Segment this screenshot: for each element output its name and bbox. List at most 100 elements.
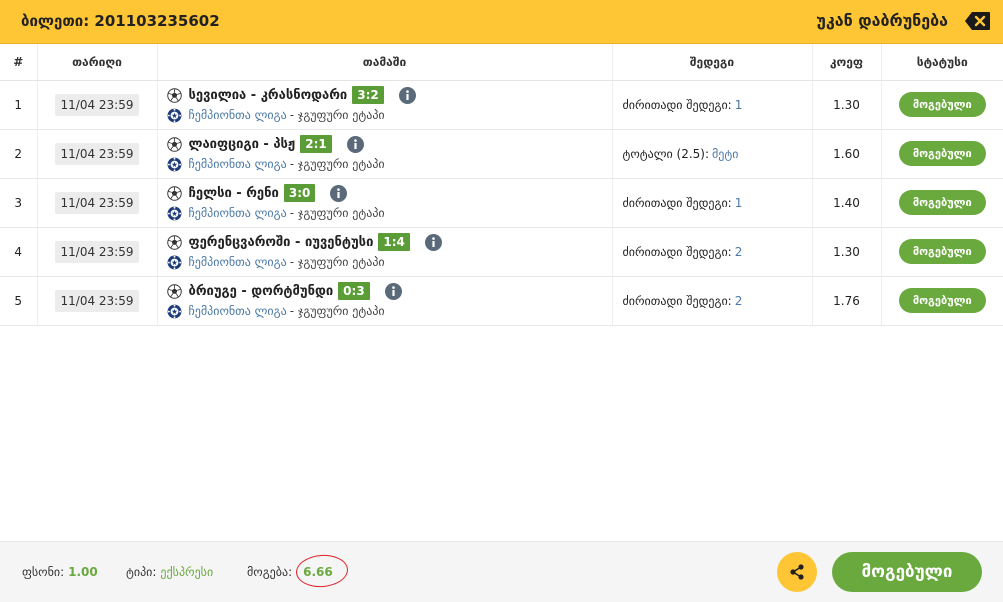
result-value: 1 — [734, 195, 743, 210]
champions-league-icon — [167, 255, 181, 269]
champions-league-icon — [167, 108, 181, 122]
row-number: 1 — [0, 80, 37, 130]
table-row: 5 11/04 23:59 ბრიუგე - დორტმუნდი 0:3 ჩემპიონ… — [0, 276, 1003, 326]
share-icon — [790, 564, 804, 580]
col-header-odd: კოეფ — [811, 44, 881, 81]
row-number: 3 — [0, 178, 37, 228]
win-label: მოგება: — [247, 565, 293, 579]
row-number: 4 — [0, 227, 37, 277]
score-badge: 3:2 — [352, 86, 384, 104]
type-value: ექსპრესი — [160, 565, 214, 579]
match-name: სევილია - კრასნოდარი — [188, 87, 348, 103]
date-cell: 11/04 23:59 — [36, 227, 157, 277]
result-value: მეტი — [712, 146, 739, 161]
back-button[interactable]: უკან დაბრუნება — [816, 11, 948, 30]
win-highlight-circle — [294, 553, 350, 589]
status-badge[interactable]: მოგებული — [898, 288, 986, 313]
match-line: ლაიფციგი - პსჟ 2:1 — [166, 134, 612, 154]
score-badge: 0:3 — [338, 282, 370, 300]
league-line: ჩემპიონთა ლიგა - ჯგუფური ეტაპი — [167, 204, 612, 222]
date-chip: 11/04 23:59 — [54, 93, 140, 116]
col-header-date: თარიღი — [36, 44, 157, 81]
league-name[interactable]: ჩემპიონთა ლიგა — [189, 255, 287, 269]
match-line: ჩელსი - რენი 3:0 — [166, 183, 612, 203]
game-cell: ლაიფციგი - პსჟ 2:1 ჩემპიონთა ლიგა - ჯგუფური… — [156, 129, 612, 179]
status-badge[interactable]: მოგებული — [898, 92, 986, 117]
game-cell: ფერენცვაროში - იუვენტუსი 1:4 ჩემპიონთა ლიგ… — [156, 227, 612, 277]
col-header-status: სტატუსი — [880, 44, 1003, 81]
result-label: ტოტალი (2.5): — [622, 146, 710, 161]
score-badge: 3:0 — [283, 184, 316, 202]
date-cell: 11/04 23:59 — [36, 80, 157, 130]
league-line: ჩემპიონთა ლიგა - ჯგუფური ეტაპი — [167, 106, 612, 124]
table-header-row: # თარიღი თამაში შედეგი კოეფ სტატუსი — [0, 44, 1003, 81]
info-icon[interactable] — [330, 184, 348, 202]
score-badge: 1:4 — [378, 233, 410, 251]
result-cell: ძირითადი შედეგი: 1 — [611, 178, 812, 228]
result-value: 1 — [734, 97, 743, 112]
soccer-ball-icon — [166, 87, 182, 103]
table-row: 1 11/04 23:59 სევილია - კრასნოდარი 3:2 ჩემპი… — [0, 80, 1003, 130]
row-number: 2 — [0, 129, 37, 179]
col-header-result: შედეგი — [611, 44, 812, 81]
status-cell: მოგებული — [880, 276, 1003, 326]
soccer-ball-icon — [166, 136, 182, 152]
status-cell: მოგებული — [880, 80, 1003, 130]
stage-name: - ჯგუფური ეტაპი — [289, 157, 385, 171]
status-cell: მოგებული — [880, 227, 1003, 277]
table-row: 4 11/04 23:59 ფერენცვაროში - იუვენტუსი 1:4 ჩ… — [0, 227, 1003, 277]
date-cell: 11/04 23:59 — [36, 129, 157, 179]
game-cell: სევილია - კრასნოდარი 3:2 ჩემპიონთა ლიგა - ჯ… — [156, 80, 612, 130]
ticket-label: ბილეთი: 201103235602 — [21, 12, 220, 30]
odd-cell: 1.76 — [811, 276, 881, 326]
bets-table: # თარიღი თამაში შედეგი კოეფ სტატუსი 1 11/… — [0, 44, 1003, 326]
result-cell: ძირითადი შედეგი: 2 — [611, 227, 812, 277]
league-line: ჩემპიონთა ლიგა - ჯგუფური ეტაპი — [167, 253, 612, 271]
status-cell: მოგებული — [880, 178, 1003, 228]
stage-name: - ჯგუფური ეტაპი — [289, 206, 385, 220]
league-name[interactable]: ჩემპიონთა ლიგა — [189, 304, 287, 318]
header-bar: ბილეთი: 201103235602 უკან დაბრუნება — [0, 0, 1003, 44]
table-row: 3 11/04 23:59 ჩელსი - რენი 3:0 ჩემპიონთა ლიგ… — [0, 178, 1003, 228]
league-line: ჩემპიონთა ლიგა - ჯგუფური ეტაპი — [167, 155, 612, 173]
result-cell: ძირითადი შედეგი: 1 — [611, 80, 812, 130]
stage-name: - ჯგუფური ეტაპი — [289, 108, 385, 122]
result-value: 2 — [734, 244, 743, 259]
soccer-ball-icon — [166, 185, 182, 201]
col-header-num: # — [0, 44, 37, 81]
result-label: ძირითადი შედეგი: — [622, 244, 732, 259]
soccer-ball-icon — [166, 283, 182, 299]
date-chip: 11/04 23:59 — [54, 240, 140, 263]
date-cell: 11/04 23:59 — [36, 276, 157, 326]
odd-cell: 1.40 — [811, 178, 881, 228]
soccer-ball-icon — [166, 234, 182, 250]
stake-label: ფსონი: — [22, 565, 65, 579]
type-label: ტიპი: — [126, 565, 157, 579]
league-name[interactable]: ჩემპიონთა ლიგა — [189, 206, 287, 220]
result-value: 2 — [734, 293, 743, 308]
result-label: ძირითადი შედეგი: — [622, 293, 732, 308]
table-row: 2 11/04 23:59 ლაიფციგი - პსჟ 2:1 ჩემპიონთა ლ… — [0, 129, 1003, 179]
stake-info: ფსონი: 1.00 — [22, 565, 98, 579]
bet-type-info: ტიპი: ექსპრესი — [126, 565, 213, 579]
backspace-icon[interactable] — [964, 11, 991, 31]
info-icon[interactable] — [398, 86, 416, 104]
match-name: ლაიფციგი - პსჟ — [188, 136, 296, 152]
league-name[interactable]: ჩემპიონთა ლიგა — [189, 157, 287, 171]
stage-name: - ჯგუფური ეტაპი — [289, 304, 385, 318]
status-badge[interactable]: მოგებული — [898, 190, 986, 215]
info-icon[interactable] — [424, 233, 442, 251]
ticket-status-button[interactable]: მოგებული — [832, 552, 982, 592]
status-badge[interactable]: მოგებული — [898, 239, 986, 264]
info-icon[interactable] — [384, 282, 402, 300]
date-chip: 11/04 23:59 — [54, 191, 140, 214]
league-name[interactable]: ჩემპიონთა ლიგა — [189, 108, 287, 122]
date-chip: 11/04 23:59 — [54, 289, 140, 312]
share-button[interactable] — [777, 552, 817, 592]
champions-league-icon — [167, 157, 181, 171]
result-label: ძირითადი შედეგი: — [622, 97, 732, 112]
status-badge[interactable]: მოგებული — [898, 141, 986, 166]
date-cell: 11/04 23:59 — [36, 178, 157, 228]
info-icon[interactable] — [346, 135, 364, 153]
odd-cell: 1.30 — [811, 80, 881, 130]
